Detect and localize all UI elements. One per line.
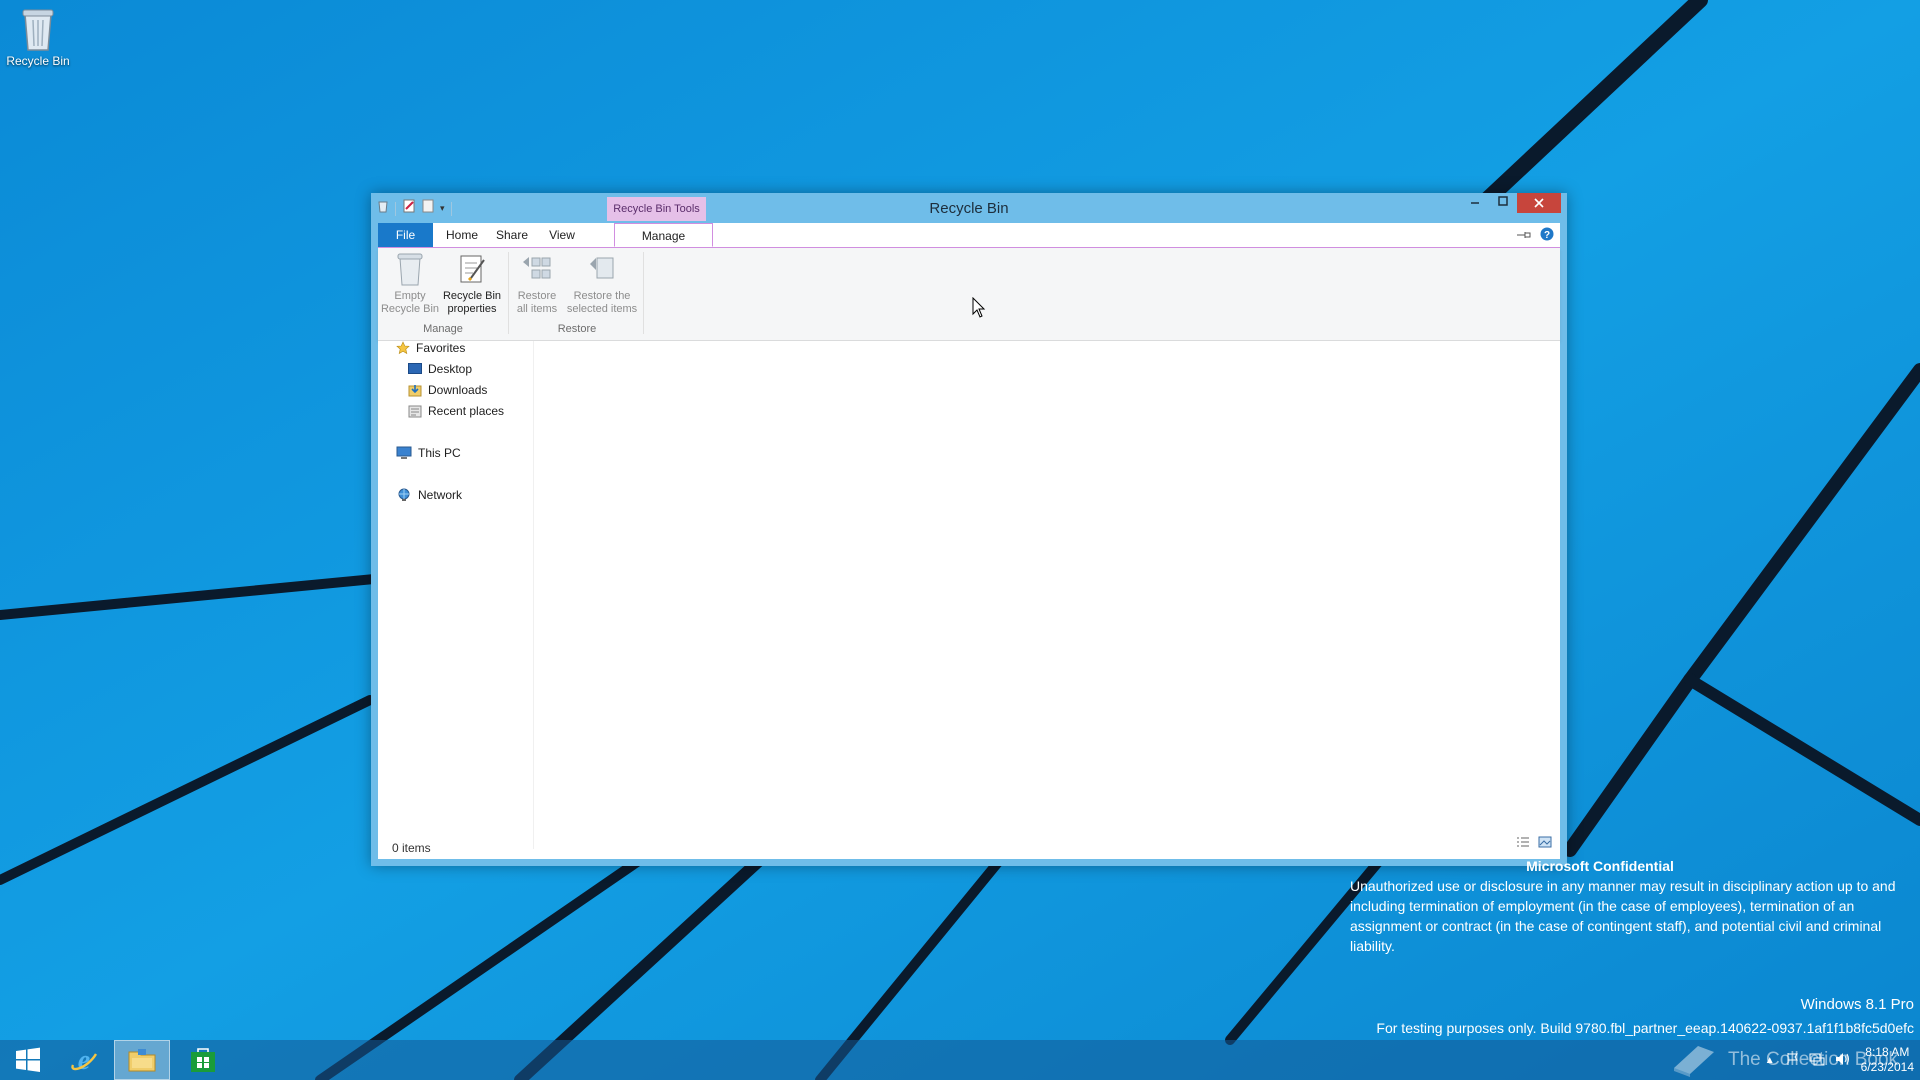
store-icon [191,1048,215,1072]
properties-icon [442,252,502,286]
svg-text:e: e [78,1045,90,1075]
nav-item-recent-places[interactable]: Recent places [408,404,504,418]
status-bar-text: 0 items [392,841,431,855]
ribbon-right-controls: ? [1516,227,1554,246]
downloads-folder-icon [408,385,422,397]
file-explorer-icon [128,1049,156,1072]
minimize-icon [1471,202,1479,204]
nav-favorites-label: Favorites [416,341,466,355]
tab-share[interactable]: Share [488,223,536,247]
details-view-icon [1517,837,1529,847]
book-logo-icon [1674,1046,1714,1077]
recycle-bin-properties-button[interactable]: Recycle Bin properties [442,252,502,316]
collection-book-text: The Collection Book [1728,1049,1899,1070]
desktop-recycle-bin-label: Recycle Bin [6,54,70,68]
nav-downloads-label: Downloads [428,383,488,397]
empty-recycle-bin-button[interactable]: Empty Recycle Bin [378,252,442,316]
star-icon [396,341,410,355]
tab-home[interactable]: Home [438,223,486,247]
svg-text:?: ? [1544,230,1550,241]
nav-item-downloads[interactable]: Downloads [408,383,487,397]
recycle-bin-icon [22,9,54,51]
help-icon: ? [1540,227,1554,241]
start-button[interactable] [0,1040,56,1080]
restore-selected-label-2: selected items [566,303,638,315]
tab-manage[interactable]: Manage [614,223,713,247]
close-icon [1534,198,1544,208]
title-bar[interactable]: ▾ Recycle Bin Tools Recycle Bin [371,193,1567,223]
maximize-icon [1498,196,1508,206]
large-icons-view-button[interactable] [1538,835,1552,853]
collapse-ribbon-button[interactable] [1516,228,1532,246]
computer-icon [396,446,412,459]
restore-all-label-1: Restore [517,290,557,302]
ribbon-tabs: File Home Share View Manage ? [378,223,1560,248]
tab-view[interactable]: View [540,223,584,247]
pin-icon [1517,231,1531,238]
desktop-recycle-bin[interactable]: Recycle Bin [4,6,72,68]
nav-item-favorites[interactable]: Favorites [396,341,465,355]
help-button[interactable]: ? [1540,227,1554,246]
restore-all-items-button[interactable]: Restore all items [512,252,562,316]
nav-this-pc-label: This PC [418,446,461,460]
navigation-pane: Favorites Desktop Downloads Recent place… [378,341,534,849]
window-controls [1461,193,1561,213]
recent-places-icon [408,405,422,418]
taskbar: e ▲ 8:18 AM 6/23/2014 [0,1040,1920,1080]
confidential-notice: Microsoft Confidential Unauthorized use … [1350,856,1910,956]
taskbar-store[interactable] [175,1040,231,1080]
restore-all-label-2: all items [516,303,558,315]
taskbar-internet-explorer[interactable]: e [56,1040,112,1080]
mouse-cursor-icon [972,297,986,318]
windows-logo-icon [16,1047,40,1072]
details-view-button[interactable] [1516,835,1530,853]
windows-edition: Windows 8.1 Pro [1800,996,1914,1013]
nav-item-this-pc[interactable]: This PC [396,446,461,460]
confidential-title: Microsoft Confidential [1526,858,1674,874]
properties-label-2: properties [447,303,497,315]
nav-recent-places-label: Recent places [428,404,505,418]
maximize-button[interactable] [1489,193,1517,213]
empty-recycle-bin-label-1: Empty [394,290,426,302]
desktop-folder-icon [408,363,422,374]
nav-desktop-label: Desktop [428,362,473,376]
large-icons-view-icon [1538,836,1552,848]
view-switcher [1516,835,1552,853]
explorer-window: ▾ Recycle Bin Tools Recycle Bin File Hom… [371,193,1567,866]
taskbar-file-explorer[interactable] [114,1040,170,1080]
empty-recycle-bin-icon [378,252,442,286]
restore-selected-icon [564,252,640,286]
restore-selected-label-1: Restore the [573,290,631,302]
explorer-content: Favorites Desktop Downloads Recent place… [378,341,1560,859]
nav-item-desktop[interactable]: Desktop [408,362,472,376]
empty-recycle-bin-label-2: Recycle Bin [380,303,440,315]
build-string: For testing purposes only. Build 9780.fb… [1376,1020,1914,1036]
nav-item-network[interactable]: Network [396,488,462,502]
ribbon-panel: Empty Recycle Bin Recycle Bin properties… [378,248,1560,341]
group-separator [643,252,644,334]
window-title: Recycle Bin [929,200,1009,217]
restore-all-icon [512,252,562,286]
group-separator [508,252,509,334]
internet-explorer-icon: e [71,1045,98,1075]
group-label-manage: Manage [423,323,463,335]
restore-selected-items-button[interactable]: Restore the selected items [564,252,640,316]
collection-book-watermark: The Collection Book [1670,1040,1898,1080]
tab-file[interactable]: File [378,223,433,247]
confidential-body: Unauthorized use or disclosure in any ma… [1350,878,1896,954]
group-label-restore: Restore [557,323,597,335]
nav-network-label: Network [418,488,463,502]
minimize-button[interactable] [1461,193,1489,213]
close-button[interactable] [1517,193,1561,213]
network-icon [398,488,410,501]
properties-label-1: Recycle Bin [442,290,502,302]
